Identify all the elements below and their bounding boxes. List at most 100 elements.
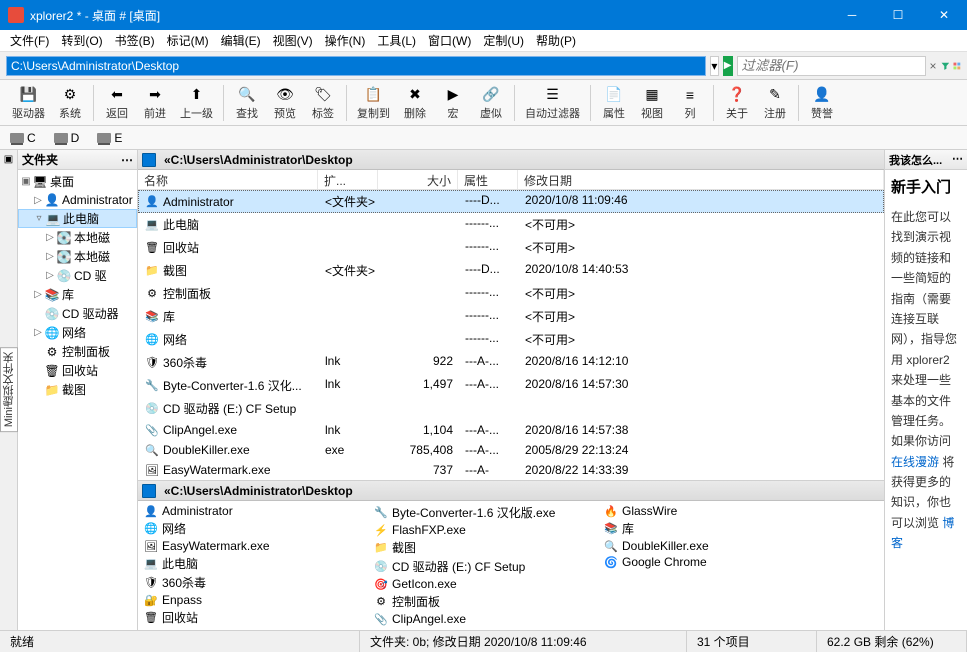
list-item[interactable]: ⚡FlashFXP.exe xyxy=(370,522,600,538)
tree-twisty-icon[interactable]: ▷ xyxy=(32,289,44,300)
toolbar-register[interactable]: ✎注册 xyxy=(756,83,794,123)
list-item[interactable]: 💻此电脑 xyxy=(140,554,370,573)
file-row[interactable]: 📚库 ------... <不可用> xyxy=(138,305,884,328)
toolbar-view[interactable]: ▦视图 xyxy=(633,83,671,123)
file-row[interactable]: 👤Administrator <文件夹> ----D... 2020/10/8 … xyxy=(138,190,884,213)
vertical-tab[interactable]: ▣ Mini虚拟文件夹 xyxy=(0,150,18,630)
menu-转到(O)[interactable]: 转到(O) xyxy=(55,30,108,51)
menu-文件(F)[interactable]: 文件(F) xyxy=(4,30,55,51)
tree-twisty-icon[interactable]: ▷ xyxy=(32,195,44,206)
tree-item[interactable]: 📁截图 xyxy=(18,380,137,399)
toolbar-preview[interactable]: 👁预览 xyxy=(266,83,304,123)
toolbar-up[interactable]: ⬆上一级 xyxy=(174,83,219,123)
col-ext[interactable]: 扩... xyxy=(318,170,378,189)
toolbar-find[interactable]: 🔍查找 xyxy=(228,83,266,123)
list-item[interactable]: 🔧Byte-Converter-1.6 汉化版.exe xyxy=(370,503,600,522)
view-toggle-icon[interactable] xyxy=(953,58,961,74)
list-item[interactable]: 💿CD 驱动器 (E:) CF Setup xyxy=(370,557,600,576)
tree-item[interactable]: 💿CD 驱动器 xyxy=(18,304,137,323)
tree-item[interactable]: ⚙控制面板 xyxy=(18,342,137,361)
file-row[interactable]: 🌐网络 ------... <不可用> xyxy=(138,328,884,351)
col-attr[interactable]: 属性 xyxy=(458,170,518,189)
link-online-tour[interactable]: 在线漫游 xyxy=(891,455,939,469)
menu-工具(L)[interactable]: 工具(L) xyxy=(371,30,422,51)
tree-twisty-icon[interactable]: ▿ xyxy=(33,213,45,224)
col-date[interactable]: 修改日期 xyxy=(518,170,884,189)
menu-编辑(E)[interactable]: 编辑(E) xyxy=(215,30,267,51)
list-item[interactable]: 🎯GetIcon.exe xyxy=(370,576,600,592)
file-row[interactable]: 🔧Byte-Converter-1.6 汉化... lnk 1,497 ---A… xyxy=(138,374,884,397)
file-row[interactable]: 🖼EasyWatermark.exe 737 ---A- 2020/8/22 1… xyxy=(138,460,884,480)
toolbar-about[interactable]: ❓关于 xyxy=(718,83,756,123)
menu-标记(M)[interactable]: 标记(M) xyxy=(161,30,215,51)
toolbar-columns[interactable]: ≡列 xyxy=(671,83,709,123)
tree-twisty-icon[interactable]: ▣ xyxy=(20,176,32,187)
maximize-button[interactable]: ☐ xyxy=(875,0,921,30)
list-item[interactable]: 🌀Google Chrome xyxy=(600,554,830,570)
funnel-icon[interactable] xyxy=(941,57,950,75)
list-item[interactable]: ⚙控制面板 xyxy=(370,592,600,611)
file-row[interactable]: 🛡360杀毒 lnk 922 ---A-... 2020/8/16 14:12:… xyxy=(138,351,884,374)
file-row[interactable]: 🗑回收站 ------... <不可用> xyxy=(138,236,884,259)
toolbar-tags[interactable]: 🏷标签 xyxy=(304,83,342,123)
vtab-close-icon[interactable]: ▣ xyxy=(4,154,13,165)
go-button[interactable]: ▶ xyxy=(723,56,733,76)
tree-item[interactable]: ▷👤Administrator xyxy=(18,191,137,209)
close-button[interactable]: ✕ xyxy=(921,0,967,30)
tree-item[interactable]: ▷💽本地磁 xyxy=(18,228,137,247)
file-row[interactable]: 🔍DoubleKiller.exe exe 785,408 ---A-... 2… xyxy=(138,440,884,460)
toolbar-back[interactable]: ⬅返回 xyxy=(98,83,136,123)
file-row[interactable]: 💻此电脑 ------... <不可用> xyxy=(138,213,884,236)
tree-item[interactable]: ▷🌐网络 xyxy=(18,323,137,342)
file-row[interactable]: 📎ClipAngel.exe lnk 1,104 ---A-... 2020/8… xyxy=(138,420,884,440)
tree-item[interactable]: ▷📚库 xyxy=(18,285,137,304)
drive-C[interactable]: C xyxy=(6,130,40,146)
tree-item[interactable]: ▷💿CD 驱 xyxy=(18,266,137,285)
right-panel-menu-icon[interactable]: ⋯ xyxy=(952,152,963,167)
tree-item[interactable]: ▿💻此电脑 xyxy=(18,209,137,228)
menu-帮助(P)[interactable]: 帮助(P) xyxy=(530,30,582,51)
tree-twisty-icon[interactable]: ▷ xyxy=(44,232,56,243)
list-item[interactable]: 🌐网络 xyxy=(140,519,370,538)
toolbar-credits[interactable]: 👤赞誉 xyxy=(803,83,841,123)
file-row[interactable]: 📁截图 <文件夹> ----D... 2020/10/8 14:40:53 xyxy=(138,259,884,282)
list-item[interactable]: 📁截图 xyxy=(370,538,600,557)
sidebar-dropdown-icon[interactable]: ⋯ xyxy=(121,153,133,167)
menu-窗口(W)[interactable]: 窗口(W) xyxy=(422,30,477,51)
toolbar-forward[interactable]: ➡前进 xyxy=(136,83,174,123)
tree-item[interactable]: ▷💽本地磁 xyxy=(18,247,137,266)
path-input[interactable] xyxy=(6,56,706,76)
toolbar-props[interactable]: 📄属性 xyxy=(595,83,633,123)
filter-clear[interactable]: × xyxy=(930,59,937,73)
list-item[interactable]: 🔍DoubleKiller.exe xyxy=(600,538,830,554)
tree-twisty-icon[interactable]: ▷ xyxy=(44,270,56,281)
drive-E[interactable]: E xyxy=(93,130,126,146)
drive-D[interactable]: D xyxy=(50,130,84,146)
list-item[interactable]: 🖼EasyWatermark.exe xyxy=(140,538,370,554)
toolbar-macro[interactable]: ▶宏 xyxy=(434,83,472,123)
tree-twisty-icon[interactable]: ▷ xyxy=(32,327,44,338)
menu-操作(N)[interactable]: 操作(N) xyxy=(319,30,372,51)
menu-视图(V)[interactable]: 视图(V) xyxy=(267,30,319,51)
list-item[interactable]: 👤Administrator xyxy=(140,503,370,519)
toolbar-virtual[interactable]: 🔗虚似 xyxy=(472,83,510,123)
filter-input[interactable] xyxy=(737,56,926,76)
minimize-button[interactable]: ─ xyxy=(829,0,875,30)
toolbar-drives[interactable]: 💾驱动器 xyxy=(6,83,51,123)
path-dropdown[interactable]: ▾ xyxy=(710,56,719,76)
toolbar-system[interactable]: ⚙系统 xyxy=(51,83,89,123)
tree-item[interactable]: ▣🖥桌面 xyxy=(18,172,137,191)
tree-twisty-icon[interactable]: ▷ xyxy=(44,251,56,262)
col-name[interactable]: 名称 xyxy=(138,170,318,189)
menu-定制(U)[interactable]: 定制(U) xyxy=(477,30,530,51)
list-item[interactable]: 🔐Enpass xyxy=(140,592,370,608)
toolbar-delete[interactable]: ✖删除 xyxy=(396,83,434,123)
menu-书签(B)[interactable]: 书签(B) xyxy=(109,30,161,51)
file-row[interactable]: ⚙控制面板 ------... <不可用> xyxy=(138,282,884,305)
list-item[interactable]: 🔥GlassWire xyxy=(600,503,830,519)
file-row[interactable]: 💿CD 驱动器 (E:) CF Setup xyxy=(138,397,884,420)
col-size[interactable]: 大小 xyxy=(378,170,458,189)
list-item[interactable]: 📎ClipAngel.exe xyxy=(370,611,600,627)
toolbar-copyto[interactable]: 📋复制到 xyxy=(351,83,396,123)
list-item[interactable]: 🛡360杀毒 xyxy=(140,573,370,592)
